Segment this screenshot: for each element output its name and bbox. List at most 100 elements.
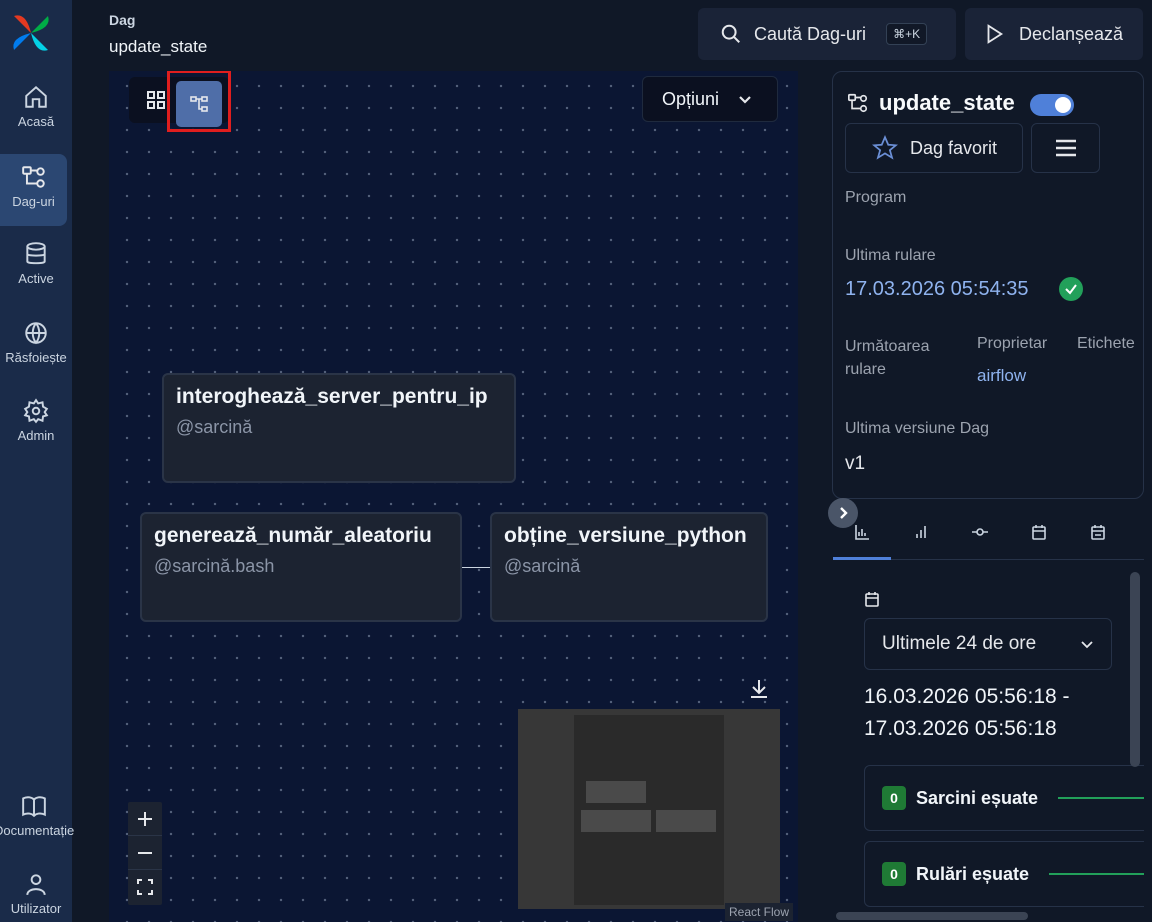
tab-calendar[interactable] xyxy=(1010,522,1068,560)
schedule-label: Program xyxy=(845,189,907,206)
minus-icon xyxy=(138,851,152,854)
user-icon xyxy=(26,874,46,896)
time-range-text: 16.03.2026 05:56:18 - 17.03.2026 05:56:1… xyxy=(864,681,1070,745)
options-dropdown[interactable]: Opțiuni xyxy=(642,76,778,122)
fit-view-icon xyxy=(137,879,153,895)
search-shortcut: ⌘+K xyxy=(886,23,928,45)
grid-icon xyxy=(147,91,165,109)
last-run-link[interactable]: 17.03.2026 05:54:35 xyxy=(845,278,1029,301)
bars-icon xyxy=(916,526,926,538)
tags-label: Etichete xyxy=(1077,335,1135,352)
tab-overview[interactable] xyxy=(833,522,891,560)
horizontal-scrollbar[interactable] xyxy=(836,912,1028,920)
last-run-label: Ultima rulare xyxy=(845,247,936,264)
minimap-node xyxy=(586,781,646,803)
pause-toggle[interactable] xyxy=(1030,94,1074,116)
overview-panel: Ultimele 24 de ore 16.03.2026 05:56:18 -… xyxy=(833,561,1144,922)
tab-tasks[interactable] xyxy=(951,522,1009,560)
airflow-logo[interactable] xyxy=(8,10,54,56)
sidebar-item-label: Utilizator xyxy=(10,901,62,916)
failed-runs-label: Rulări eșuate xyxy=(916,863,1030,884)
bar-chart-icon xyxy=(855,525,869,540)
sidebar-item-browse[interactable]: Răsfoiește xyxy=(0,320,72,365)
page-title: update_state xyxy=(109,37,208,56)
failed-tasks-label: Sarcini eșuate xyxy=(916,787,1039,808)
download-icon[interactable] xyxy=(747,677,771,701)
range-start: 16.03.2026 05:56:18 - xyxy=(864,685,1070,708)
sidebar-item-dags[interactable]: Dag-uri xyxy=(0,154,67,226)
trigger-button[interactable]: Declanșează xyxy=(965,8,1143,60)
favorite-button[interactable]: Dag favorit xyxy=(845,123,1023,173)
favorite-label: Dag favorit xyxy=(910,137,998,158)
owner-link[interactable]: airflow xyxy=(977,366,1026,386)
react-flow-attribution[interactable]: React Flow xyxy=(725,903,794,921)
task-node[interactable]: generează_număr_aleatoriu @sarcină.bash xyxy=(140,512,462,622)
dag-name: update_state xyxy=(879,90,1015,115)
sidebar-item-label: Admin xyxy=(17,428,55,443)
calendar-icon xyxy=(1032,525,1046,540)
breadcrumb-section: Dag xyxy=(109,12,136,28)
commit-icon xyxy=(972,528,988,536)
graph-edge xyxy=(462,567,490,568)
vertical-scrollbar[interactable] xyxy=(1130,572,1140,767)
zoom-out-button[interactable] xyxy=(128,836,162,870)
dag-title: update_state xyxy=(847,90,1015,116)
dag-icon xyxy=(848,93,868,113)
failed-runs-card[interactable]: 0 Rulări eșuate xyxy=(864,841,1144,907)
task-type: @sarcină xyxy=(504,556,581,576)
tab-bar xyxy=(833,512,1144,560)
task-name: obține_versiune_python xyxy=(504,524,747,547)
trigger-label: Declanșează xyxy=(1019,23,1124,44)
calendar-icon xyxy=(865,592,879,607)
gear-icon xyxy=(23,398,49,424)
task-name: interoghează_server_pentru_ip xyxy=(176,385,488,408)
fit-view-button[interactable] xyxy=(128,870,162,904)
time-range-value: Ultimele 24 de ore xyxy=(882,633,1037,654)
sidebar-item-label: Active xyxy=(18,271,54,286)
calendar-range-icon xyxy=(1091,525,1105,540)
failed-tasks-count: 0 xyxy=(882,786,906,810)
sidebar-item-docs[interactable]: Documentație xyxy=(0,793,74,838)
owner-label: Proprietar xyxy=(977,335,1048,352)
task-node[interactable]: interoghează_server_pentru_ip @sarcină xyxy=(162,373,516,483)
next-run-label: Următoarea rulare xyxy=(845,338,930,378)
sidebar-item-home[interactable]: Acasă xyxy=(0,84,72,129)
tab-backfills[interactable] xyxy=(1069,522,1127,560)
failed-tasks-card[interactable]: 0 Sarcini eșuate xyxy=(864,765,1144,831)
globe-icon xyxy=(25,322,47,345)
highlight-box xyxy=(167,71,231,132)
dag-details-panel: update_state Dag favorit Program Ultima … xyxy=(832,71,1144,499)
task-type: @sarcină.bash xyxy=(154,556,275,576)
plus-icon xyxy=(138,811,152,826)
version-label: Ultima versiune Dag xyxy=(845,420,990,437)
sparkline xyxy=(1058,797,1144,799)
graph-canvas[interactable]: Opțiuni interoghează_server_pentru_ip @s… xyxy=(109,71,798,922)
tab-runs[interactable] xyxy=(892,522,950,560)
play-icon xyxy=(987,24,1004,44)
sidebar-item-assets[interactable]: Active xyxy=(0,241,72,286)
time-range-select[interactable]: Ultimele 24 de ore xyxy=(864,618,1112,670)
zoom-controls xyxy=(128,802,162,905)
chevron-down-icon xyxy=(1081,641,1093,649)
options-label: Opțiuni xyxy=(662,88,720,109)
star-icon xyxy=(872,135,898,160)
sidebar-item-label: Dag-uri xyxy=(12,194,55,209)
sidebar-item-admin[interactable]: Admin xyxy=(0,398,72,443)
sidebar-item-label: Răsfoiește xyxy=(5,350,67,365)
dag-icon xyxy=(21,166,45,188)
search-button[interactable]: Caută Dag-uri ⌘+K xyxy=(698,8,956,60)
sidebar-item-label: Acasă xyxy=(17,114,55,129)
sidebar: Acasă Dag-uri Active Răsfoiește Admin Do… xyxy=(0,0,74,922)
zoom-in-button[interactable] xyxy=(128,802,162,836)
menu-button[interactable] xyxy=(1031,123,1100,173)
search-icon xyxy=(721,24,740,43)
minimap[interactable] xyxy=(518,709,780,909)
minimap-node xyxy=(656,810,716,832)
sidebar-item-user[interactable]: Utilizator xyxy=(0,871,72,916)
home-icon xyxy=(25,85,47,108)
version-value: v1 xyxy=(845,453,866,474)
task-node[interactable]: obține_versiune_python @sarcină xyxy=(490,512,768,622)
minimap-node xyxy=(581,810,651,832)
range-end: 17.03.2026 05:56:18 xyxy=(864,717,1057,740)
task-name: generează_număr_aleatoriu xyxy=(154,524,432,547)
